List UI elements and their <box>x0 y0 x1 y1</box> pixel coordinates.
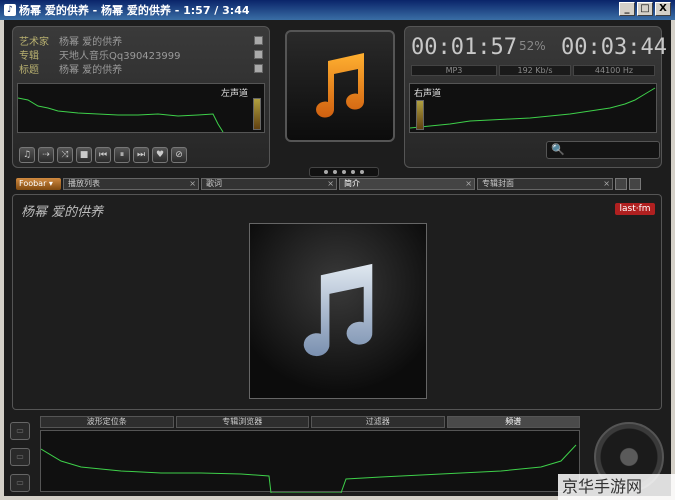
app-icon: ♪ <box>4 4 16 16</box>
total-time: 00:03:44 <box>561 35 667 60</box>
right-channel-label: 右声道 <box>414 89 442 99</box>
repeat-button[interactable]: ⇢ <box>38 147 54 163</box>
page-dot[interactable] <box>324 170 328 174</box>
title-check[interactable] <box>254 63 263 73</box>
tab-label: 歌词 <box>206 179 222 188</box>
left-waveform: 左声道 <box>17 83 265 133</box>
tab-album-cover[interactable]: 专辑封面 × <box>477 178 613 190</box>
page-dot[interactable] <box>342 170 346 174</box>
bio-panel: 杨幂 爱的供养 last·fm <box>12 194 662 410</box>
side-button-3[interactable]: ▭ <box>10 474 30 492</box>
song-title: 杨幂 爱的供养 <box>21 205 104 220</box>
search-field[interactable]: 🔍 <box>546 141 660 159</box>
prev-button[interactable]: ⏮ <box>95 147 111 163</box>
right-wave-svg <box>410 87 656 129</box>
tab-filter[interactable]: 过滤器 <box>311 416 445 428</box>
title-bar: ♪ 杨幂 爱的供养 - 杨幂 爱的供养 - 1:57 / 3:44 _ □ X <box>0 0 675 20</box>
close-tab-icon[interactable]: × <box>465 179 472 189</box>
music-note-button[interactable]: ♫ <box>19 147 35 163</box>
maximize-button[interactable]: □ <box>637 2 653 16</box>
add-tab-icon[interactable] <box>615 178 627 190</box>
artist-label: 艺术家 <box>19 36 49 48</box>
tab-lyrics[interactable]: 歌词 × <box>201 178 337 190</box>
tab-album-browser[interactable]: 专辑浏览器 <box>175 416 309 428</box>
title-row: 标题 杨幂 爱的供养 <box>19 61 263 76</box>
left-panel: 艺术家 杨幂 爱的供养 专辑 天地人音乐Qq390423999 标题 杨幂 爱的… <box>12 26 270 168</box>
side-button-2[interactable]: ▭ <box>10 448 30 466</box>
right-waveform: 右声道 <box>409 83 657 133</box>
artist-check[interactable] <box>254 35 263 45</box>
tab-label: 播放列表 <box>68 179 100 188</box>
tab-bar: Foobar ▾ 播放列表 × 歌词 × 简介 × 专辑封面 × <box>16 177 661 191</box>
bitrate-info: 192 Kb/s <box>499 65 571 76</box>
shuffle-button[interactable]: ⤨ <box>57 147 73 163</box>
bottom-wave-svg <box>41 444 577 493</box>
album-value: 天地人音乐Qq390423999 <box>59 50 181 62</box>
page-indicator[interactable] <box>309 167 379 177</box>
wrench-icon[interactable] <box>629 178 641 190</box>
format-info: MP3 <box>411 65 497 76</box>
tab-label: 简介 <box>344 179 360 188</box>
tab-spectrum[interactable]: 频谱 <box>446 416 580 428</box>
album-row: 专辑 天地人音乐Qq390423999 <box>19 47 263 62</box>
elapsed-time: 00:01:57 <box>411 35 517 60</box>
block-button[interactable]: ⊘ <box>171 147 187 163</box>
watermark: 京华手游网 <box>558 474 675 500</box>
lastfm-logo[interactable]: last·fm <box>615 203 655 215</box>
tab-playlist[interactable]: 播放列表 × <box>63 178 199 190</box>
search-icon[interactable]: 🔍 <box>551 143 565 156</box>
title-label: 标题 <box>19 64 39 76</box>
artist-value: 杨幂 爱的供养 <box>59 36 123 48</box>
progress-percent: 52% <box>519 39 546 53</box>
favorite-button[interactable]: ♥ <box>152 147 168 163</box>
artist-row: 艺术家 杨幂 爱的供养 <box>19 33 263 48</box>
title-value: 杨幂 爱的供养 <box>59 64 123 76</box>
window-title: 杨幂 爱的供养 - 杨幂 爱的供养 - 1:57 / 3:44 <box>19 4 250 17</box>
minimize-button[interactable]: _ <box>619 2 635 16</box>
page-dot[interactable] <box>360 170 364 174</box>
tab-waveform-seekbar[interactable]: 波形定位条 <box>40 416 174 428</box>
album-label: 专辑 <box>19 50 39 62</box>
left-level-meter <box>253 98 261 130</box>
player-window: 艺术家 杨幂 爱的供养 专辑 天地人音乐Qq390423999 标题 杨幂 爱的… <box>4 20 671 496</box>
bottom-waveform-seekbar[interactable] <box>40 430 580 493</box>
transport-controls: ♫ ⇢ ⤨ ■ ⏮ ⏸ ⏭ ♥ ⊘ <box>19 147 187 163</box>
samplerate-info: 44100 Hz <box>573 65 655 76</box>
close-tab-icon[interactable]: × <box>603 179 610 189</box>
tab-bio[interactable]: 简介 × <box>339 178 475 190</box>
bottom-tab-bar: 波形定位条 专辑浏览器 过滤器 频谱 <box>40 416 580 428</box>
close-tab-icon[interactable]: × <box>327 179 334 189</box>
next-button[interactable]: ⏭ <box>133 147 149 163</box>
silver-music-note-icon <box>303 263 373 357</box>
album-check[interactable] <box>254 49 263 59</box>
page-dot[interactable] <box>351 170 355 174</box>
right-level-meter <box>416 100 424 130</box>
tab-label: 专辑封面 <box>482 179 514 188</box>
page-dot[interactable] <box>333 170 337 174</box>
mini-album-art[interactable] <box>285 30 395 142</box>
pause-button[interactable]: ⏸ <box>114 147 130 163</box>
close-tab-icon[interactable]: × <box>189 179 196 189</box>
stop-button[interactable]: ■ <box>76 147 92 163</box>
large-album-art <box>249 223 427 399</box>
orange-music-note-icon <box>316 53 365 118</box>
side-button-1[interactable]: ▭ <box>10 422 30 440</box>
close-button[interactable]: X <box>655 2 671 16</box>
foobar-menu-button[interactable]: Foobar ▾ <box>16 178 61 190</box>
left-channel-label: 左声道 <box>220 89 248 99</box>
